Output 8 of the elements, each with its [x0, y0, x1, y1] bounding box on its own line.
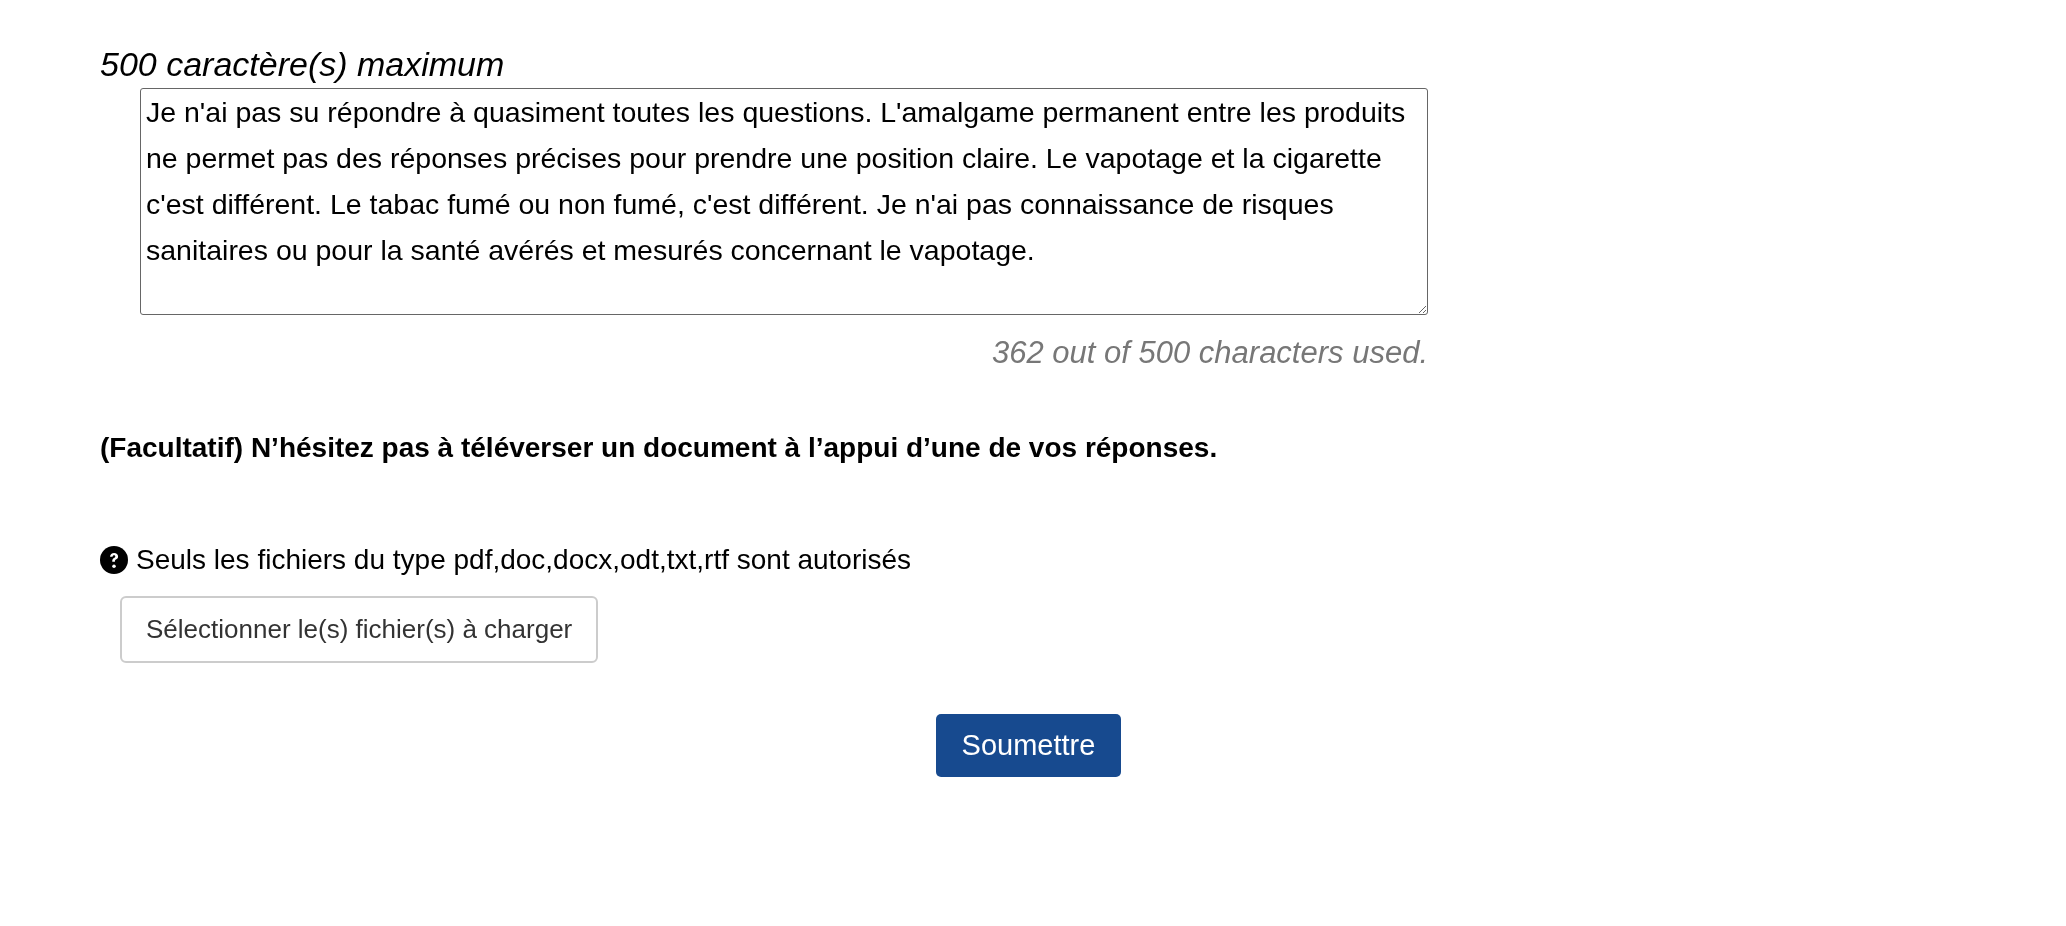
answer-field[interactable]: Je n'ai pas su répondre à quasiment toutes les questions. L'amalgame permanent entre les produits ne permet pas des réponses précises pour prendre une position claire. Le vapotage et la cigarette c'est différent. Le tabac fumé ou non fumé, c'est différent. Je n'ai pas connaissance de risques sanitaires ou pour la santé avérés et mesurés concernant le vapotage.	[140, 88, 1428, 315]
character-counter: 362 out of 500 characters used.	[992, 334, 1428, 372]
select-files-button[interactable]: Sélectionner le(s) fichier(s) à charger	[120, 596, 599, 663]
submit-button[interactable]: Soumettre	[935, 714, 1122, 777]
question-circle-icon	[100, 546, 128, 574]
limit-label: 500 caractère(s) maximum	[100, 44, 506, 84]
file-type-hint: Seuls les fichiers du type pdf,doc,docx,odt,txt,rtf sont autorisés	[136, 543, 912, 577]
upload-label: (Facultatif) N’hésitez pas à téléverser un document à l’appui d’une de vos réponses.	[100, 431, 1219, 465]
